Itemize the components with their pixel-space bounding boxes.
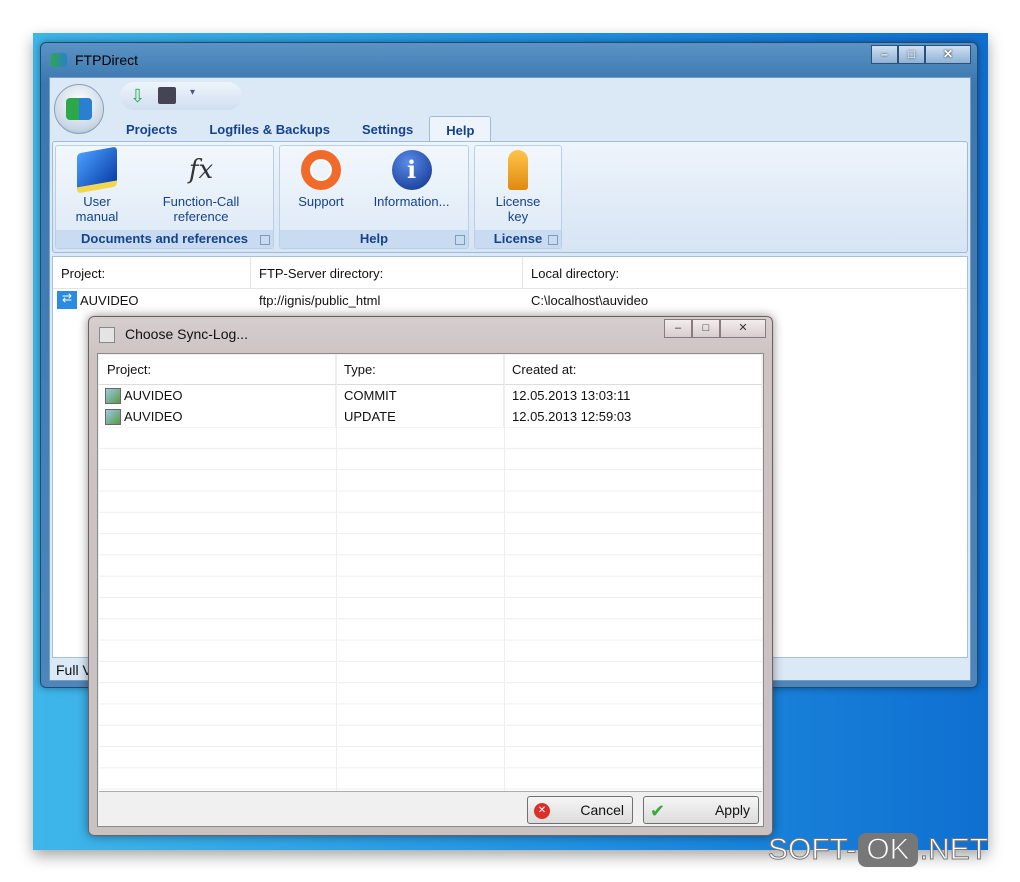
information-button[interactable]: i Information... — [364, 150, 459, 209]
status-text: Full V — [56, 662, 92, 678]
dialog-minimize-button[interactable]: – — [664, 319, 692, 338]
log-icon — [99, 327, 115, 343]
cell-type: COMMIT — [336, 385, 504, 406]
dialog-launcher-icon[interactable] — [455, 235, 465, 245]
sync-icon — [66, 98, 92, 120]
column-header-created[interactable]: Created at: — [504, 355, 762, 384]
group-label: Help — [280, 230, 468, 248]
label: key — [507, 209, 529, 224]
tab-logfiles-backups[interactable]: Logfiles & Backups — [193, 116, 346, 144]
cancel-label: Cancel — [580, 802, 624, 818]
label: Function-Call — [162, 194, 240, 209]
application-menu-button[interactable] — [54, 84, 104, 134]
column-header-type[interactable]: Type: — [336, 355, 504, 384]
choose-sync-log-dialog: Choose Sync-Log... – □ ✕ Project: Type: … — [88, 316, 773, 836]
maximize-button[interactable]: □ — [898, 45, 925, 64]
lifebuoy-icon — [301, 150, 341, 190]
info-icon: i — [391, 150, 432, 190]
book-icon — [77, 146, 117, 194]
license-key-button[interactable]: License key — [483, 150, 553, 224]
label: reference — [173, 209, 229, 224]
group-help: Support i Information... Help — [279, 145, 469, 249]
tab-projects[interactable]: Projects — [110, 116, 193, 144]
save-settings-icon[interactable] — [158, 87, 176, 104]
label: Support — [298, 194, 344, 209]
log-file-icon — [105, 387, 121, 404]
cancel-icon: ✕ — [534, 803, 550, 819]
group-documents: User manual fx Function-Call reference D… — [55, 145, 274, 249]
sync-log-table: Project: Type: Created at: AUVIDEO COMMI… — [99, 355, 762, 792]
cell-created: 12.05.2013 12:59:03 — [504, 406, 762, 427]
column-header-ftp[interactable]: FTP-Server directory: — [251, 257, 523, 288]
download-icon[interactable]: ⇩ — [130, 86, 145, 107]
tab-settings[interactable]: Settings — [346, 116, 429, 144]
apply-button[interactable]: ✔ Apply — [643, 796, 759, 824]
log-file-icon — [105, 408, 121, 425]
checkmark-icon: ✔ — [650, 801, 666, 821]
label: Information... — [373, 194, 450, 209]
app-icon — [51, 53, 67, 67]
column-header-project[interactable]: Project: — [99, 355, 336, 384]
cell-project: AUVIDEO — [124, 388, 183, 403]
cell-project: AUVIDEO — [124, 409, 183, 424]
minimize-button[interactable]: – — [871, 45, 898, 64]
dialog-close-button[interactable]: ✕ — [720, 319, 766, 338]
column-header-local[interactable]: Local directory: — [523, 257, 967, 288]
project-name: AUVIDEO — [80, 292, 139, 308]
tab-help[interactable]: Help — [429, 116, 492, 144]
function-call-reference-button[interactable]: fx Function-Call reference — [146, 150, 256, 224]
dialog-launcher-icon[interactable] — [260, 235, 270, 245]
key-icon — [508, 150, 528, 190]
dialog-maximize-button[interactable]: □ — [692, 319, 720, 338]
table-row[interactable]: AUVIDEO UPDATE 12.05.2013 12:59:03 — [99, 406, 762, 427]
function-icon: fx — [188, 155, 214, 185]
cancel-button[interactable]: ✕ Cancel — [527, 796, 633, 824]
local-directory: C:\localhost\auvideo — [531, 292, 649, 308]
label: User — [83, 194, 111, 209]
close-button[interactable]: ✕ — [925, 45, 971, 64]
cell-type: UPDATE — [336, 406, 504, 427]
group-label: Documents and references — [56, 230, 273, 248]
cell-created: 12.05.2013 13:03:11 — [504, 385, 762, 406]
watermark: SOFT- OK .NET — [767, 833, 989, 867]
sync-project-icon: ⇄ — [57, 291, 77, 309]
quick-access-toolbar: ⇩ ▾ — [120, 82, 242, 110]
dialog-title: Choose Sync-Log... — [125, 326, 248, 342]
column-header-project[interactable]: Project: — [53, 257, 251, 288]
support-button[interactable]: Support — [286, 150, 356, 209]
group-license: License key License — [474, 145, 562, 249]
table-row[interactable]: AUVIDEO COMMIT 12.05.2013 13:03:11 — [99, 385, 762, 406]
dialog-launcher-icon[interactable] — [548, 235, 558, 245]
ftp-directory: ftp://ignis/public_html — [259, 292, 381, 308]
label: manual — [75, 209, 119, 224]
window-title: FTPDirect — [75, 52, 138, 68]
customize-toolbar-icon[interactable]: ▾ — [190, 87, 195, 98]
project-row[interactable]: ⇄ AUVIDEO ftp://ignis/public_html C:\loca… — [53, 289, 967, 311]
label: License — [495, 194, 541, 209]
user-manual-button[interactable]: User manual — [66, 146, 128, 224]
apply-label: Apply — [714, 802, 750, 818]
ribbon: User manual fx Function-Call reference D… — [52, 141, 968, 253]
